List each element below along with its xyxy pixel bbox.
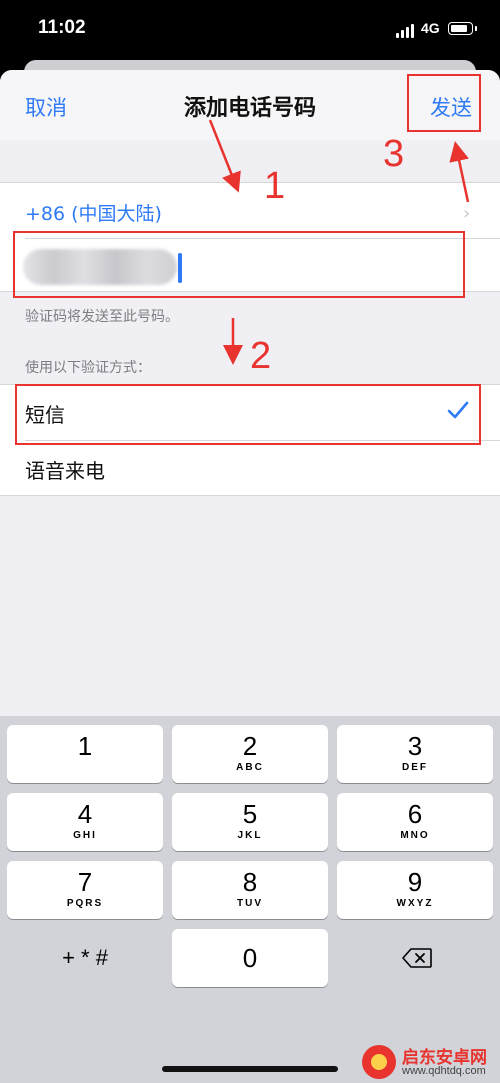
network-label: 4G bbox=[421, 20, 440, 36]
annotation-step-2: 2 bbox=[250, 335, 272, 377]
delete-key[interactable] bbox=[337, 929, 493, 987]
option-voice-call[interactable]: 语音来电 bbox=[0, 441, 500, 496]
chevron-right-icon: › bbox=[463, 203, 471, 224]
key-5[interactable]: 5 JKL bbox=[172, 793, 328, 851]
signal-icon bbox=[396, 24, 416, 38]
status-bar: 11:02 4G bbox=[0, 0, 500, 58]
annotation-box-sms bbox=[15, 384, 481, 445]
key-3[interactable]: 3 DEF bbox=[337, 725, 493, 783]
annotation-box-phone bbox=[13, 231, 465, 298]
battery-icon bbox=[448, 22, 477, 35]
hint-text: 验证码将发送至此号码。 bbox=[25, 309, 179, 325]
key-1[interactable]: 1 bbox=[7, 725, 163, 783]
country-code-selector[interactable]: +86 (中国大陆) bbox=[25, 199, 162, 226]
watermark-url: www.qdhtdq.com bbox=[402, 1065, 486, 1077]
key-8[interactable]: 8 TUV bbox=[172, 861, 328, 919]
key-9[interactable]: 9 WXYZ bbox=[337, 861, 493, 919]
status-time: 11:02 bbox=[38, 17, 86, 38]
key-symbols[interactable]: + * # bbox=[7, 929, 163, 987]
home-indicator bbox=[162, 1066, 338, 1072]
key-2[interactable]: 2 ABC bbox=[172, 725, 328, 783]
watermark-logo bbox=[362, 1045, 396, 1079]
site-watermark: 启东安卓网 www.qdhtdq.com bbox=[362, 1043, 500, 1083]
key-0[interactable]: 0 bbox=[172, 929, 328, 987]
key-6[interactable]: 6 MNO bbox=[337, 793, 493, 851]
annotation-step-1: 1 bbox=[264, 165, 286, 207]
delete-backspace-icon bbox=[402, 948, 432, 968]
option-label: 语音来电 bbox=[25, 459, 105, 483]
key-7[interactable]: 7 PQRS bbox=[7, 861, 163, 919]
annotation-box-send bbox=[407, 74, 481, 132]
numeric-keypad: 1 2 ABC 3 DEF 4 GHI 5 JKL 6 MNO 7 PQRS 8 TUV 9W… bbox=[0, 716, 500, 1083]
key-4[interactable]: 4 GHI bbox=[7, 793, 163, 851]
verification-method-title: 使用以下验证方式： bbox=[25, 360, 151, 376]
add-phone-sheet: 取消 添加电话号码 发送 +86 (中国大陆) › 验证码将发送至此号码。 使用… bbox=[0, 70, 500, 1083]
annotation-step-3: 3 bbox=[383, 133, 405, 175]
